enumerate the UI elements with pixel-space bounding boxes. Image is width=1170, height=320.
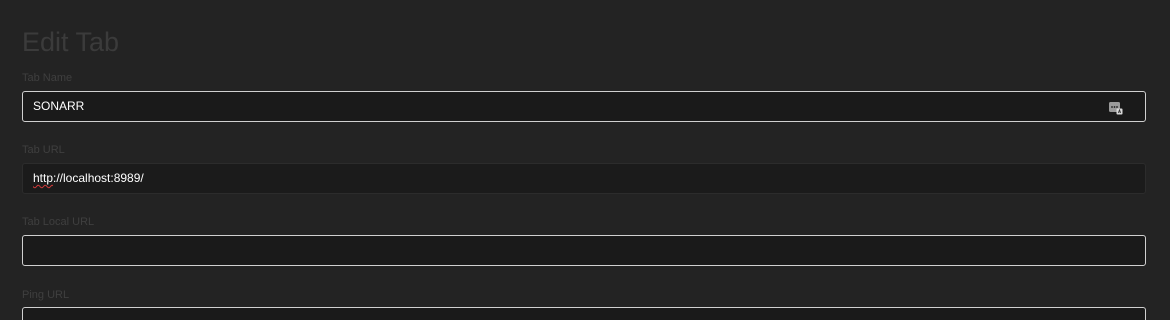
tab-local-url-label: Tab Local URL [22, 216, 95, 228]
tab-local-url-input[interactable] [22, 235, 1146, 266]
tab-name-value: SONARR [33, 99, 85, 113]
ping-url-input[interactable] [22, 307, 1146, 320]
tab-url-label: Tab URL [22, 144, 65, 156]
tab-name-label: Tab Name [22, 72, 73, 84]
password-manager-icon[interactable] [1108, 100, 1123, 115]
ping-url-label: Ping URL [22, 289, 70, 301]
page-title: Edit Tab [22, 27, 120, 57]
tab-url-input[interactable]: http://localhost:8989/ [22, 163, 1146, 194]
spellcheck-word: http [33, 171, 54, 185]
tab-name-input[interactable]: SONARR [22, 91, 1146, 122]
tab-url-value-rest: ://localhost:8989/ [53, 171, 144, 185]
tab-url-value: http://localhost:8989/ [33, 164, 144, 193]
